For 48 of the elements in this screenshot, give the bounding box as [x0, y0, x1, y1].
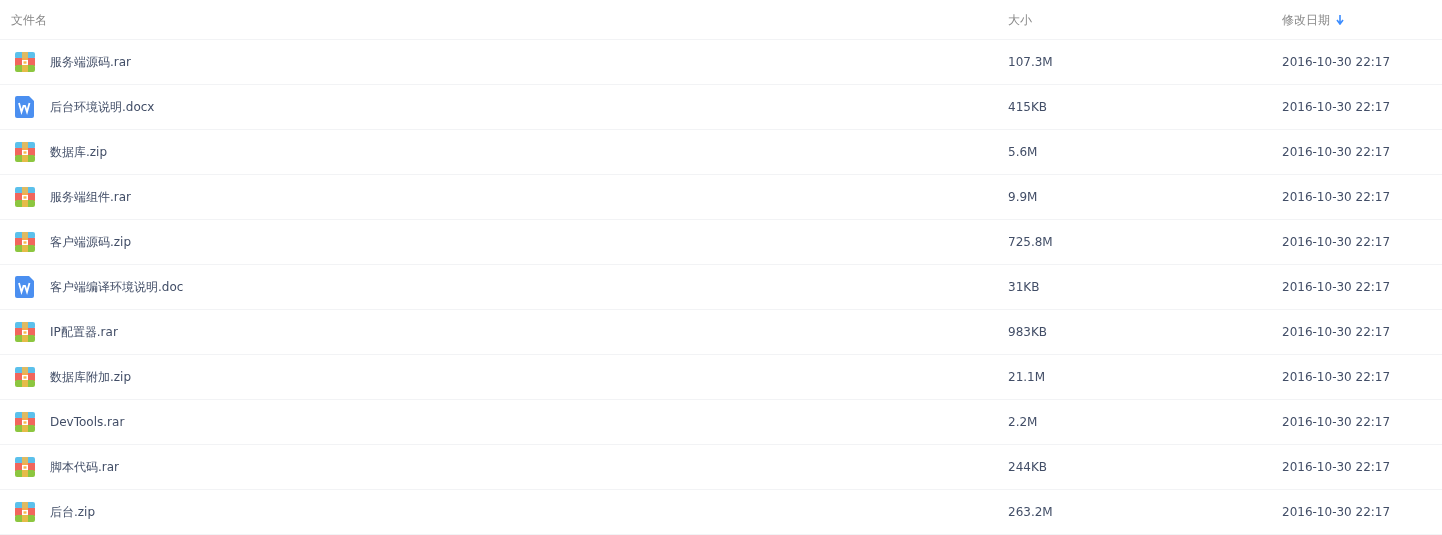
file-name[interactable]: DevTools.rar — [50, 413, 125, 431]
archive-icon — [15, 52, 35, 72]
file-name[interactable]: 后台.zip — [50, 503, 96, 521]
modified-date: 2016-10-30 22:17 — [1282, 505, 1391, 519]
file-size: 263.2M — [1008, 505, 1053, 519]
archive-icon — [15, 322, 35, 342]
file-size: 9.9M — [1008, 190, 1038, 204]
archive-icon — [15, 457, 35, 477]
column-header[interactable]: 文件名 — [11, 10, 47, 29]
archive-icon — [15, 187, 35, 207]
archive-icon — [15, 232, 35, 252]
word-document-icon — [15, 276, 35, 298]
file-size: 21.1M — [1008, 370, 1046, 384]
file-name[interactable]: 数据库附加.zip — [50, 368, 132, 386]
modified-date: 2016-10-30 22:17 — [1282, 460, 1391, 474]
file-name[interactable]: 客户端编译环境说明.doc — [50, 278, 184, 296]
archive-icon — [15, 142, 35, 162]
file-size: 31KB — [1008, 280, 1040, 294]
file-size: 107.3M — [1008, 55, 1053, 69]
file-name[interactable]: 客户端源码.zip — [50, 233, 132, 251]
file-name[interactable]: 服务端源码.rar — [50, 53, 132, 71]
file-name[interactable]: 服务端组件.rar — [50, 188, 132, 206]
file-name[interactable]: 脚本代码.rar — [50, 458, 120, 476]
archive-icon — [15, 367, 35, 387]
modified-date: 2016-10-30 22:17 — [1282, 100, 1391, 114]
file-name[interactable]: 数据库.zip — [50, 143, 108, 161]
modified-date: 2016-10-30 22:17 — [1282, 145, 1391, 159]
modified-date: 2016-10-30 22:17 — [1282, 325, 1391, 339]
modified-date: 2016-10-30 22:17 — [1282, 190, 1391, 204]
archive-icon — [15, 412, 35, 432]
column-header[interactable]: 修改日期 — [1282, 10, 1330, 29]
word-document-icon — [15, 96, 35, 118]
modified-date: 2016-10-30 22:17 — [1282, 235, 1391, 249]
modified-date: 2016-10-30 22:17 — [1282, 280, 1391, 294]
sort-arrow-icon[interactable] — [1336, 14, 1344, 25]
file-size: 5.6M — [1008, 145, 1038, 159]
file-size: 415KB — [1008, 100, 1047, 114]
file-name[interactable]: 后台环境说明.docx — [50, 98, 155, 116]
file-size: 725.8M — [1008, 235, 1053, 249]
file-size: 2.2M — [1008, 415, 1038, 429]
modified-date: 2016-10-30 22:17 — [1282, 55, 1391, 69]
file-size: 244KB — [1008, 460, 1047, 474]
archive-icon — [15, 502, 35, 522]
file-size: 983KB — [1008, 325, 1047, 339]
file-name[interactable]: IP配置器.rar — [50, 323, 118, 341]
column-header[interactable]: 大小 — [1008, 10, 1032, 29]
modified-date: 2016-10-30 22:17 — [1282, 415, 1391, 429]
modified-date: 2016-10-30 22:17 — [1282, 370, 1391, 384]
